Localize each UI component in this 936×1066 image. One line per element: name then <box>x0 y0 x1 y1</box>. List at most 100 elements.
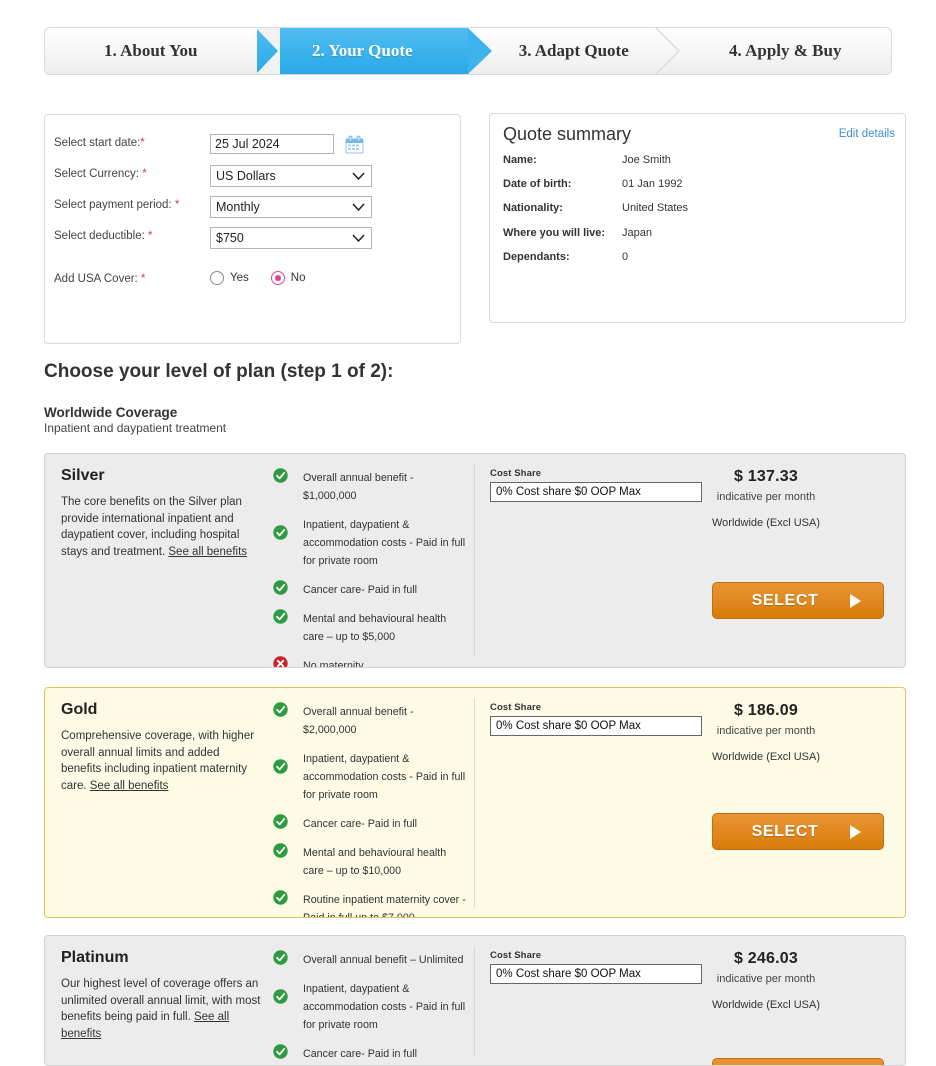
benefit-item: Overall annual benefit - $1,000,000 <box>273 468 469 504</box>
price-scope: Worldwide (Excl USA) <box>712 517 820 529</box>
field-row-usa-cover: Add USA Cover: * Yes No <box>54 270 454 292</box>
summary-row-date-of-birth: Date of birth: 01 Jan 1992 <box>503 178 893 194</box>
benefit-text: No maternity <box>303 660 364 668</box>
check-icon <box>273 1044 288 1059</box>
cost-share-value: 0% Cost share $0 OOP Max <box>496 968 641 980</box>
step-apply-and-buy[interactable]: 4. Apply & Buy <box>680 28 892 74</box>
plan-card-silver[interactable]: Silver The core benefits on the Silver p… <box>44 453 906 668</box>
arrow-right-icon <box>850 593 861 608</box>
benefit-item: Cancer care- Paid in full <box>273 814 469 832</box>
benefit-text: Mental and behavioural health care – up … <box>303 613 447 643</box>
chevron-down-icon <box>496 983 677 984</box>
price-period: indicative per month <box>716 491 816 503</box>
usa-cover-radio-yes[interactable] <box>210 271 224 285</box>
usa-cover-no-label: No <box>290 272 306 284</box>
summary-row-dependants: Dependants: 0 <box>503 251 893 267</box>
plan-price: $ 137.33 <box>734 468 798 485</box>
plan-card-platinum[interactable]: Platinum Our highest level of coverage o… <box>44 935 906 1066</box>
benefit-text: Inpatient, daypatient & accommodation co… <box>303 983 466 1031</box>
edit-details-link[interactable]: Edit details <box>839 128 895 140</box>
benefit-text: Cancer care- Paid in full <box>303 584 418 596</box>
payment-period-select[interactable]: Monthly <box>210 196 372 218</box>
benefit-text: Overall annual benefit - $1,000,000 <box>303 472 414 502</box>
usa-cover-radio-no[interactable] <box>270 271 285 285</box>
step-label: 3. Adapt Quote <box>518 41 629 60</box>
check-icon <box>273 989 288 1004</box>
step-arrow-right-icon <box>468 28 494 74</box>
payment-period-value: Monthly <box>216 200 260 214</box>
price-scope: Worldwide (Excl USA) <box>712 999 820 1011</box>
progress-stepbar: 1. About You 2. Your Quote 3. Adapt Quot… <box>44 27 892 75</box>
benefit-text: Overall annual benefit – Unlimited <box>303 954 464 966</box>
step-notch-left-icon <box>255 28 280 74</box>
card-divider <box>474 946 475 1055</box>
see-all-benefits-link[interactable]: See all benefits <box>168 546 247 558</box>
benefit-text: Cancer care- Paid in full <box>303 1048 418 1060</box>
benefit-item: Inpatient, daypatient & accommodation co… <box>273 515 469 569</box>
chevron-down-icon <box>352 203 365 211</box>
field-row-deductible: Select deductible: * $750 <box>54 227 454 249</box>
benefit-item: Mental and behavioural health care – up … <box>273 843 469 879</box>
start-date-label: Select start date:* <box>54 137 145 149</box>
plan-card-gold[interactable]: Gold Comprehensive coverage, with higher… <box>44 687 906 918</box>
start-date-input[interactable]: 25 Jul 2024 <box>210 134 334 154</box>
benefit-item: Cancer care- Paid in full <box>273 580 469 598</box>
cost-share-value: 0% Cost share $0 OOP Max <box>496 486 641 498</box>
select-plan-button-silver[interactable]: SELECT <box>712 582 884 619</box>
price-block: $ 137.33 indicative per month Worldwide … <box>651 468 881 529</box>
field-row-payment-period: Select payment period: * Monthly <box>54 196 454 218</box>
deductible-value: $750 <box>216 231 244 245</box>
benefits-list: Overall annual benefit - $1,000,000 Inpa… <box>273 468 469 668</box>
select-plan-button-platinum[interactable]: SELECT <box>712 1058 884 1065</box>
summary-value: United States <box>622 202 689 214</box>
arrow-right-icon <box>850 824 861 839</box>
summary-row-name: Name: Joe Smith <box>503 154 893 170</box>
deductible-select[interactable]: $750 <box>210 227 372 249</box>
check-icon <box>273 609 288 624</box>
summary-value: Japan <box>622 227 652 239</box>
plan-name: Platinum <box>61 949 129 966</box>
card-divider <box>474 464 475 657</box>
chevron-down-icon <box>496 501 677 502</box>
quote-summary-title: Quote summary <box>503 124 632 144</box>
see-all-benefits-link[interactable]: See all benefits <box>90 780 169 792</box>
summary-key: Name: <box>503 154 537 166</box>
calendar-icon[interactable] <box>345 135 364 154</box>
benefits-list: Overall annual benefit – Unlimited Inpat… <box>273 950 469 1065</box>
benefit-item: Inpatient, daypatient & accommodation co… <box>273 979 469 1033</box>
benefit-text: Mental and behavioural health care – up … <box>303 847 447 877</box>
summary-row-nationality: Nationality: United States <box>503 202 893 218</box>
benefit-text: Cancer care- Paid in full <box>303 818 418 830</box>
step-label: 4. Apply & Buy <box>729 41 842 60</box>
price-period: indicative per month <box>716 725 816 737</box>
benefits-list: Overall annual benefit - $2,000,000 Inpa… <box>273 702 469 918</box>
summary-key: Dependants: <box>503 251 570 263</box>
payment-period-label: Select payment period: * <box>54 199 180 211</box>
currency-value: US Dollars <box>216 169 276 183</box>
benefit-text: Routine inpatient maternity cover - Paid… <box>303 894 466 918</box>
select-plan-button-gold[interactable]: SELECT <box>712 813 884 850</box>
step-about-you[interactable]: 1. About You <box>45 28 257 74</box>
cross-icon <box>273 656 288 667</box>
benefit-text: Inpatient, daypatient & accommodation co… <box>303 519 466 567</box>
coverage-subtitle: Inpatient and daypatient treatment <box>44 421 227 435</box>
summary-value: 0 <box>622 251 629 263</box>
chevron-down-icon <box>352 234 365 242</box>
summary-key: Nationality: <box>503 202 563 214</box>
summary-value: Joe Smith <box>622 154 671 166</box>
step-chevron-icon <box>654 28 681 74</box>
plan-description: Our highest level of coverage offers an … <box>61 978 261 1040</box>
usa-cover-label: Add USA Cover: * <box>54 273 146 285</box>
plan-price: $ 186.09 <box>734 702 798 719</box>
step-your-quote[interactable]: 2. Your Quote <box>255 28 492 74</box>
price-block: $ 246.03 indicative per month Worldwide … <box>651 950 881 1011</box>
price-scope: Worldwide (Excl USA) <box>712 751 820 763</box>
plan-name: Silver <box>61 467 105 484</box>
plan-description: Comprehensive coverage, with higher over… <box>61 730 255 792</box>
field-row-start-date: Select start date:* 25 Jul 2024 <box>54 134 454 156</box>
currency-select[interactable]: US Dollars <box>210 165 372 187</box>
usa-cover-yes-label: Yes <box>230 272 249 284</box>
step-adapt-quote[interactable]: 3. Adapt Quote <box>468 28 680 74</box>
check-icon <box>273 702 288 717</box>
benefit-item: Mental and behavioural health care – up … <box>273 609 469 645</box>
